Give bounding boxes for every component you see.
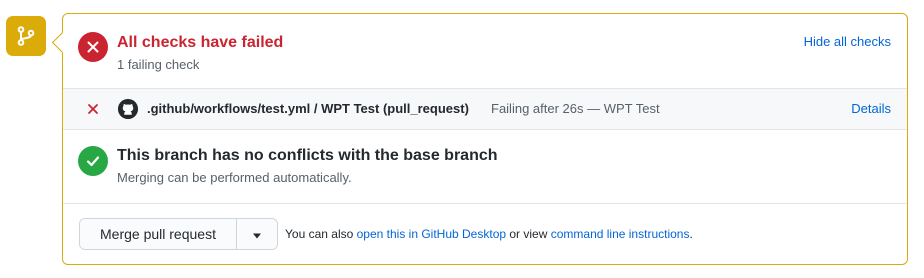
open-github-desktop-link[interactable]: open this in GitHub Desktop [357,227,506,241]
merge-section: Merge pull request You can also open thi… [63,204,907,264]
conflicts-subtitle: Merging can be performed automatically. [117,170,352,185]
checks-status-section: All checks have failed 1 failing check H… [63,14,907,88]
checks-status-subtitle: 1 failing check [117,57,200,72]
check-row: .github/workflows/test.yml / WPT Test (p… [63,88,907,130]
conflicts-section: This branch has no conflicts with the ba… [63,130,907,204]
x-circle-icon [78,32,108,62]
merge-hint-prefix: You can also [285,227,357,241]
git-branch-icon [6,16,46,56]
merge-method-dropdown-button[interactable] [237,219,277,249]
checks-panel: All checks have failed 1 failing check H… [51,13,908,265]
check-name: .github/workflows/test.yml / WPT Test (p… [147,101,469,116]
details-link[interactable]: Details [851,101,891,116]
checks-status-title: All checks have failed [117,34,284,51]
triangle-down-icon [252,227,262,242]
command-line-instructions-link[interactable]: command line instructions [551,227,690,241]
check-circle-icon [78,146,108,176]
merge-pull-request-button[interactable]: Merge pull request [80,219,237,249]
github-logo-icon [118,99,138,119]
x-icon [86,102,100,116]
merge-hint: You can also open this in GitHub Desktop… [285,227,693,241]
merge-status-box: All checks have failed 1 failing check H… [0,0,924,278]
hide-all-checks-link[interactable]: Hide all checks [804,34,891,49]
conflicts-title: This branch has no conflicts with the ba… [117,147,498,164]
check-description: Failing after 26s — WPT Test [491,101,660,116]
merge-hint-middle: or view [506,227,551,241]
merge-hint-suffix: . [689,227,693,241]
merge-button-group: Merge pull request [79,218,278,250]
